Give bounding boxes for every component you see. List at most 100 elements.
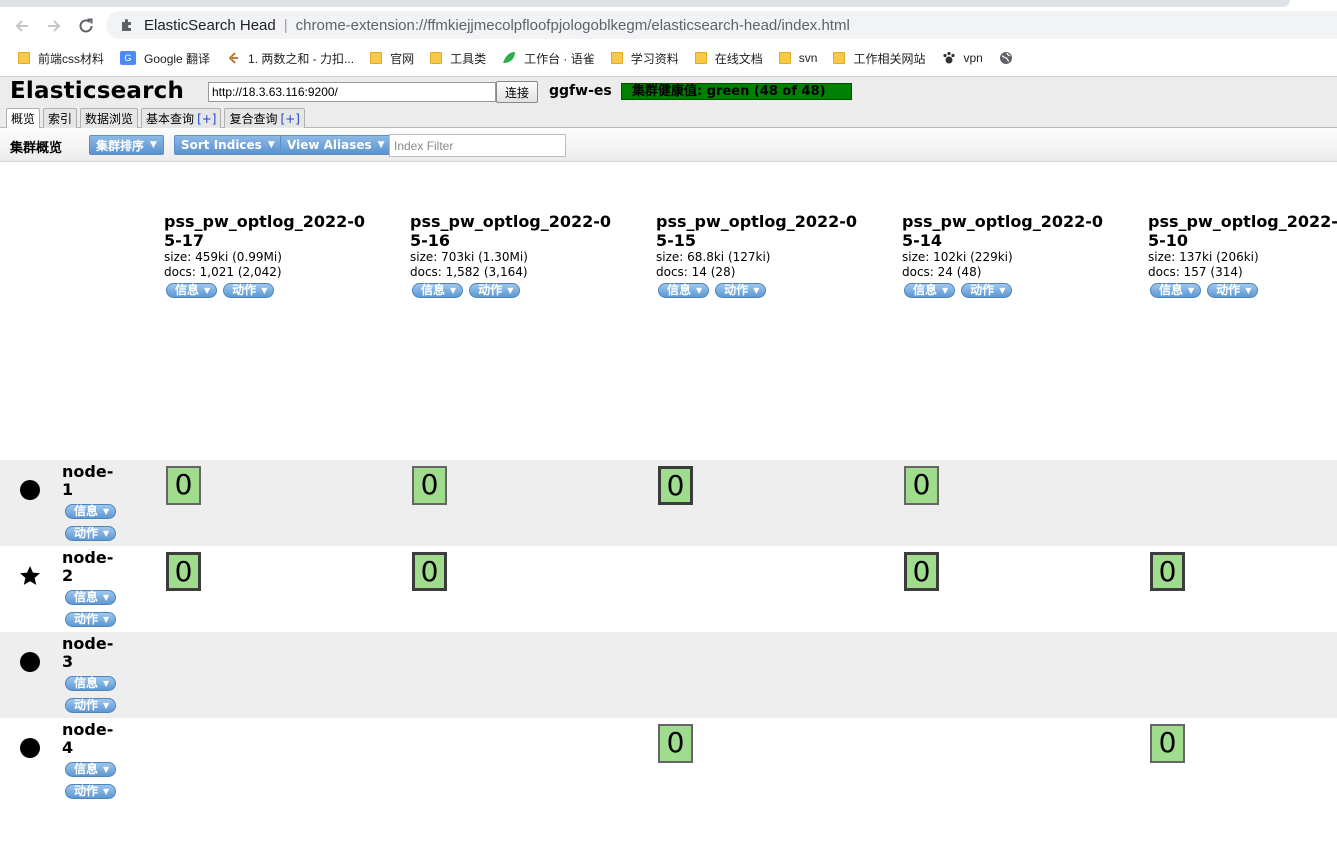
pill-label: 动作 (724, 283, 749, 297)
tab-basic-query[interactable]: 基本查询 [+] (141, 108, 222, 129)
index-info-button[interactable]: 信息 ▼ (658, 283, 710, 298)
shard-replica[interactable]: 0 (658, 724, 693, 763)
shard-primary[interactable]: 0 (1150, 552, 1185, 591)
node-action-button[interactable]: 动作 ▼ (65, 784, 117, 799)
bookmark-label: 官网 (390, 51, 415, 66)
caret-down-icon: ▼ (1188, 286, 1195, 295)
node-info-button[interactable]: 信息 ▼ (65, 762, 117, 777)
shard-primary[interactable]: 0 (412, 552, 447, 591)
tab-indices[interactable]: 索引 (43, 108, 78, 129)
back-button[interactable] (10, 14, 34, 38)
bookmark-item[interactable]: 工作相关网站 (825, 47, 933, 69)
tab-overview[interactable]: 概览 (6, 108, 41, 130)
page-url: chrome-extension://ffmkiejjmecolpfloofpj… (295, 16, 850, 34)
index-info-button[interactable]: 信息 ▼ (412, 283, 464, 298)
cluster-url-input[interactable] (208, 82, 496, 102)
index-docs: docs: 24 (48) (902, 265, 982, 279)
bookmark-label: 工具类 (450, 51, 487, 66)
caret-down-icon: ▼ (696, 286, 703, 295)
tab-add-icon[interactable]: [+] (281, 112, 300, 126)
caret-down-icon: ▼ (377, 140, 385, 150)
index-size: size: 137ki (206ki) (1148, 250, 1259, 264)
caret-down-icon: ▼ (103, 787, 110, 796)
browser-chrome: ElasticSearch Head | chrome-extension://… (0, 0, 1337, 76)
circle-icon (20, 738, 40, 758)
tab-label: 概览 (11, 112, 36, 126)
node-name: node- 4 (62, 720, 114, 757)
bookmark-item[interactable]: 前端css材料 (10, 47, 112, 69)
bookmark-item[interactable]: 1. 两数之和 - 力扣... (218, 47, 362, 69)
circle-icon (20, 652, 40, 672)
caret-down-icon: ▼ (103, 765, 110, 774)
tab-label: 数据浏览 (85, 112, 134, 126)
caret-down-icon: ▼ (150, 140, 157, 150)
caret-down-icon: ▼ (103, 679, 110, 688)
index-filter-input[interactable] (389, 134, 566, 157)
pill-label: 信息 (913, 283, 938, 297)
index-action-button[interactable]: 动作 ▼ (715, 283, 767, 298)
cluster-name: ggfw-es (549, 83, 612, 99)
pill-label: 信息 (667, 283, 692, 297)
address-bar[interactable]: ElasticSearch Head | chrome-extension://… (106, 11, 1337, 39)
node-action-button[interactable]: 动作 ▼ (65, 612, 117, 627)
tab-add-icon[interactable]: [+] (197, 112, 216, 126)
shard-primary[interactable]: 0 (166, 552, 201, 591)
pill-label: 信息 (421, 283, 446, 297)
index-column: pss_pw_optlog_2022-05-17 size: 459ki (0.… (164, 212, 394, 298)
shard-replica[interactable]: 0 (166, 466, 201, 505)
index-column: pss_pw_optlog_2022-05-15 size: 68.8ki (1… (656, 212, 886, 298)
tab-compound-query[interactable]: 复合查询 [+] (224, 108, 305, 129)
bookmark-item[interactable]: G Google 翻译 (112, 47, 218, 69)
pill-label: 动作 (74, 526, 99, 540)
shard-replica[interactable]: 0 (904, 466, 939, 505)
star-icon (20, 566, 40, 585)
index-info-button[interactable]: 信息 ▼ (904, 283, 956, 298)
bookmark-label: 前端css材料 (38, 51, 105, 66)
tab-label: 复合查询 (229, 112, 278, 126)
node-name: node- 3 (62, 634, 114, 671)
bookmark-item[interactable] (991, 47, 1021, 69)
cluster-sort-button[interactable]: 集群排序 ▼ (89, 135, 164, 155)
node-info-button[interactable]: 信息 ▼ (65, 590, 117, 605)
shard-primary[interactable]: 0 (658, 466, 693, 505)
bookmark-item[interactable]: 学习资料 (603, 47, 687, 69)
reload-button[interactable] (74, 14, 98, 38)
folder-icon (778, 52, 791, 64)
index-action-button[interactable]: 动作 ▼ (1207, 283, 1259, 298)
node-action-button[interactable]: 动作 ▼ (65, 526, 117, 541)
index-info-button[interactable]: 信息 ▼ (1150, 283, 1202, 298)
pill-label: 动作 (74, 612, 99, 626)
shard-replica[interactable]: 0 (1150, 724, 1185, 763)
bookmark-item[interactable]: vpn (934, 47, 991, 69)
forward-button[interactable] (42, 14, 66, 38)
bookmark-item[interactable]: 官网 (362, 47, 422, 69)
sort-indices-button[interactable]: Sort Indices ▼ (174, 135, 282, 155)
folder-icon (833, 52, 846, 64)
paw-icon (942, 51, 955, 64)
index-action-button[interactable]: 动作 ▼ (469, 283, 521, 298)
index-action-button[interactable]: 动作 ▼ (961, 283, 1013, 298)
bookmark-label: 工作台 · 语雀 (524, 51, 595, 66)
tab-browser[interactable]: 数据浏览 (80, 108, 139, 129)
index-action-button[interactable]: 动作 ▼ (223, 283, 275, 298)
circle-icon (20, 480, 40, 500)
bookmark-item[interactable]: 工具类 (422, 47, 494, 69)
bookmark-item[interactable]: 工作台 · 语雀 (494, 47, 603, 69)
shard-replica[interactable]: 0 (412, 466, 447, 505)
bookmark-item[interactable]: svn (771, 47, 826, 69)
bookmark-item[interactable]: 在线文档 (687, 47, 771, 69)
bookmark-label: vpn (963, 51, 983, 65)
shard-primary[interactable]: 0 (904, 552, 939, 591)
node-info-button[interactable]: 信息 ▼ (65, 676, 117, 691)
index-size: size: 102ki (229ki) (902, 250, 1013, 264)
page-site-title: ElasticSearch Head (144, 16, 276, 34)
bookmark-label: 1. 两数之和 - 力扣... (248, 51, 355, 66)
node-action-button[interactable]: 动作 ▼ (65, 698, 117, 713)
caret-down-icon: ▼ (1245, 286, 1252, 295)
node-row: node- 1 信息 ▼ 动作 ▼ 0 0 0 0 (0, 460, 1337, 546)
view-aliases-button[interactable]: View Aliases ▼ (280, 135, 392, 155)
node-info-button[interactable]: 信息 ▼ (65, 504, 117, 519)
connect-button[interactable]: 连接 (496, 81, 538, 103)
index-info-button[interactable]: 信息 ▼ (166, 283, 218, 298)
index-docs: docs: 14 (28) (656, 265, 736, 279)
